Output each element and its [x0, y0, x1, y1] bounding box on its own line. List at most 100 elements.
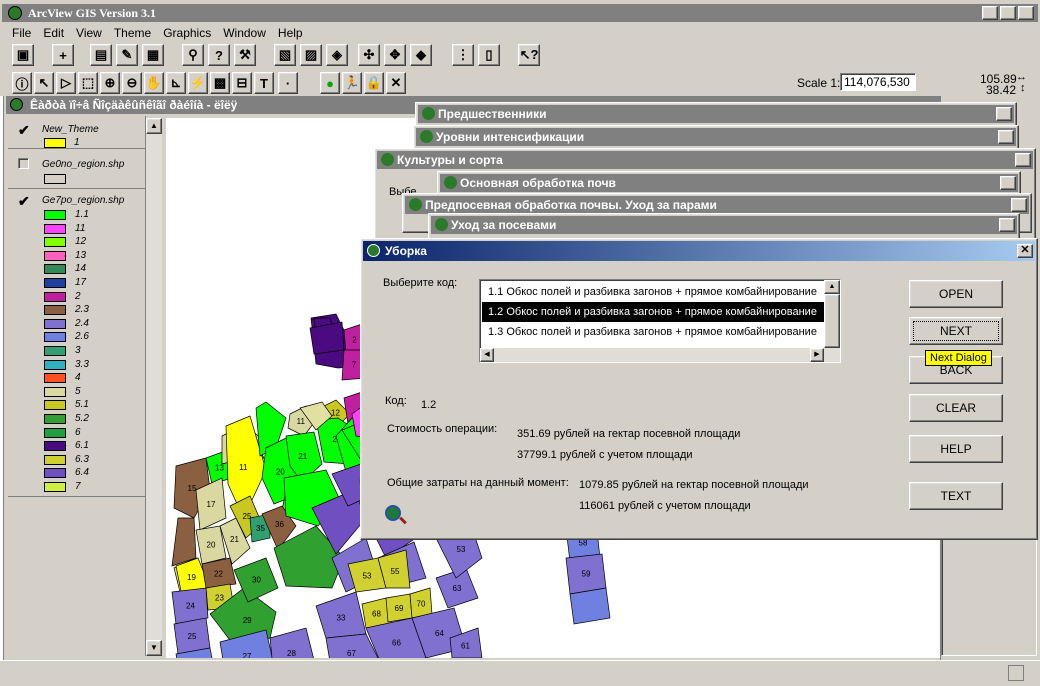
cost-per-ha: 351.69 рублей на гектар посевной площади — [517, 428, 741, 440]
close-icon[interactable]: ✕ — [998, 130, 1014, 144]
runner-icon[interactable]: 🏃 — [342, 72, 362, 94]
map-region-label: 21 — [230, 535, 239, 544]
minimize-button[interactable]: _ — [982, 6, 998, 20]
theme-checkbox-ge7po[interactable]: ✔ — [18, 193, 30, 210]
menu-edit[interactable]: Edit — [43, 26, 64, 42]
measure-icon[interactable]: ⊾ — [166, 72, 186, 94]
map-region-label: 23 — [215, 594, 224, 603]
hotlink-icon[interactable]: ⚡ — [188, 72, 208, 94]
close-icon[interactable]: ✕ — [996, 107, 1012, 121]
theme-checkbox-ge0no[interactable] — [18, 158, 29, 169]
map-region[interactable] — [309, 321, 345, 355]
close-icon[interactable]: ✕ — [1017, 244, 1033, 258]
listbox-hscroll[interactable]: ◀ ▶ — [480, 348, 824, 362]
globe-icon — [422, 107, 435, 120]
next-button[interactable]: NEXT — [909, 317, 1003, 345]
select-feature-icon[interactable]: ⬚ — [78, 72, 98, 94]
find-icon[interactable]: ⚲ — [182, 44, 204, 66]
cost-label: Стоимость операции: — [387, 423, 498, 435]
zoom-selected-icon[interactable]: ◈ — [326, 44, 348, 66]
query-icon[interactable]: ? — [208, 44, 230, 66]
menu-window[interactable]: Window — [223, 26, 266, 42]
hammer-icon[interactable]: ⚒ — [234, 44, 256, 66]
area-of-interest-icon[interactable]: ▩ — [210, 72, 230, 94]
map-region-label: 66 — [392, 639, 401, 648]
close-icon[interactable]: ✕ — [999, 218, 1015, 232]
close-icon[interactable]: ✕ — [1011, 198, 1027, 212]
close-icon[interactable]: ✕ — [1000, 176, 1016, 190]
list-item-selected[interactable]: 1.2 Обкос полей и разбивка загонов + пря… — [482, 302, 824, 322]
theme-name-ge0no[interactable]: Ge0no_region.shp — [42, 159, 124, 170]
globe-icon — [381, 153, 394, 166]
menu-view[interactable]: View — [76, 26, 102, 42]
map-region-label: 17 — [207, 500, 216, 509]
help-pointer-icon[interactable]: ↖? — [518, 44, 540, 66]
menu-graphics[interactable]: Graphics — [163, 26, 211, 42]
map-region-label: 64 — [435, 629, 444, 638]
text-button[interactable]: TEXT — [909, 482, 1003, 510]
map-region-label: 33 — [337, 614, 346, 623]
save-project-icon[interactable]: ▣ — [12, 44, 34, 66]
pan-icon[interactable]: ✋ — [144, 72, 164, 94]
zoom-active-icon[interactable]: ▨ — [300, 44, 322, 66]
help-button[interactable]: HELP — [909, 435, 1003, 463]
close-button[interactable]: ✕ — [1018, 6, 1034, 20]
open-table-icon[interactable]: ▦ — [142, 44, 164, 66]
add-theme-icon[interactable]: + — [52, 44, 74, 66]
legend-scrollbar[interactable]: ▲ ▼ — [146, 118, 162, 656]
scroll-thumb[interactable] — [824, 294, 840, 348]
edit-legend-icon[interactable]: ✎ — [116, 44, 138, 66]
code-listbox[interactable]: 1.1 Обкос полей и разбивка загонов + пря… — [479, 279, 841, 363]
theme-name-new[interactable]: New_Theme — [42, 124, 99, 135]
zoom-out-fixed-icon[interactable]: ✥ — [384, 44, 406, 66]
list-item[interactable]: 1.3 Обкос полей и разбивка загонов + пря… — [482, 322, 824, 342]
zoom-out-icon[interactable]: ⊖ — [122, 72, 142, 94]
zoom-in-fixed-icon[interactable]: ✣ — [358, 44, 380, 66]
legend-class-label: 5.1 — [75, 399, 89, 411]
menu-theme[interactable]: Theme — [114, 26, 151, 42]
map-region-label: 24 — [186, 602, 195, 611]
theme-properties-icon[interactable]: ▤ — [90, 44, 112, 66]
globe-icon — [435, 218, 448, 231]
dialog-crop-care-title-bar: Уход за посевами ✕ — [431, 216, 1017, 234]
lock-icon[interactable]: 🔒 — [364, 72, 384, 94]
scroll-left-arrow-icon[interactable]: ◀ — [480, 348, 494, 362]
clear-button[interactable]: CLEAR — [909, 394, 1003, 422]
theme-name-ge7po[interactable]: Ge7po_region.shp — [42, 195, 124, 206]
text-tool-icon[interactable]: T — [254, 72, 274, 94]
select-features-icon[interactable]: ⋮ — [452, 44, 474, 66]
scroll-up-arrow-icon[interactable]: ▲ — [146, 118, 162, 134]
scroll-up-arrow-icon[interactable]: ▲ — [824, 280, 840, 294]
draw-point-icon[interactable]: · — [278, 72, 298, 94]
listbox-vscroll[interactable]: ▲ — [824, 280, 840, 362]
globe-icon — [420, 130, 433, 143]
legend-swatch — [44, 250, 66, 261]
close-icon[interactable]: ✕ — [1015, 153, 1031, 167]
info-green-icon[interactable]: ● — [320, 72, 340, 94]
desktop-edge — [0, 96, 4, 686]
scroll-right-arrow-icon[interactable]: ▶ — [810, 348, 824, 362]
theme-checkbox-new[interactable]: ✔ — [18, 122, 30, 139]
maximize-button[interactable]: □ — [1000, 6, 1016, 20]
vertex-edit-icon[interactable]: ▷ — [56, 72, 76, 94]
menu-file[interactable]: File — [12, 26, 31, 42]
zoom-full-icon[interactable]: ▧ — [274, 44, 296, 66]
map-region-label: 27 — [243, 652, 252, 658]
scale-input[interactable]: 114,076,530 — [840, 73, 916, 91]
zoom-previous-icon[interactable]: ◆ — [410, 44, 432, 66]
resize-grip-icon[interactable] — [1008, 665, 1024, 681]
dialog-title: Основная обработка почв — [460, 176, 616, 190]
cross-icon[interactable]: ✕ — [386, 72, 406, 94]
map-region[interactable] — [171, 517, 197, 567]
scroll-down-arrow-icon[interactable]: ▼ — [146, 640, 162, 656]
clear-selected-icon[interactable]: ▯ — [478, 44, 500, 66]
zoom-in-icon[interactable]: ⊕ — [100, 72, 120, 94]
open-button[interactable]: OPEN — [909, 280, 1003, 308]
pointer-icon[interactable]: ↖ — [34, 72, 54, 94]
menu-help[interactable]: Help — [278, 26, 303, 42]
identify-icon[interactable]: ⓘ — [12, 72, 32, 94]
list-item[interactable]: 1.1 Обкос полей и разбивка загонов + пря… — [482, 282, 824, 302]
label-icon[interactable]: ⊟ — [232, 72, 252, 94]
legend-sep-1 — [8, 148, 146, 149]
map-region[interactable] — [569, 587, 611, 625]
